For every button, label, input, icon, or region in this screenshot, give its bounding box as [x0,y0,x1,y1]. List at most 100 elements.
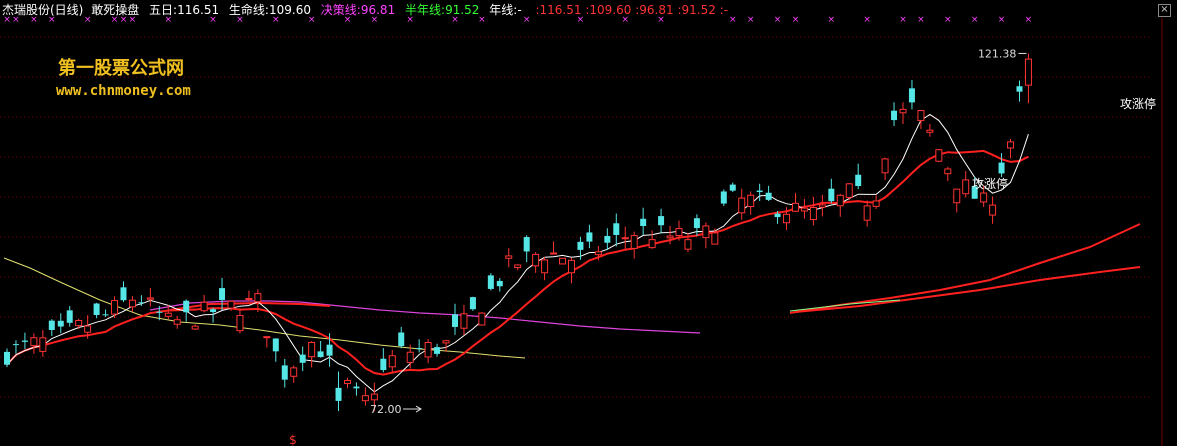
candle-body-down [210,309,217,313]
candle-body-down [4,351,10,365]
legend-year-line: 年线:- [489,3,522,17]
candle-body-up [559,257,567,265]
candle-body-down [523,237,530,252]
candle-body-up [84,325,92,333]
candle-body-up [424,342,432,358]
candle-body-up [200,301,208,312]
candle-body-down [658,216,665,226]
candle-body-down [774,213,781,218]
candle-body-down [586,232,593,242]
candle-body-up [308,341,316,358]
candle-body-down [855,174,862,186]
candle-body-down [613,223,620,235]
signal-mark: × [1025,15,1033,25]
candle-body-up [989,204,997,216]
year-line-green-start [789,299,901,312]
candle-body-down [693,218,700,228]
legend-life-line: 生命线:109.60 [228,3,311,17]
candle-body-down [416,348,423,350]
candle-body-up [836,194,844,207]
candle-body-up [711,232,719,245]
signal-mark: × [729,15,737,25]
limit-up-label: 攻涨停 [972,176,1008,191]
candle-body-up [236,315,244,332]
candle-body-up [146,297,154,300]
signal-mark: × [828,15,836,25]
candle-body-down [281,365,288,380]
signal-mark: × [899,15,907,25]
candle-body-down [219,288,226,300]
candle-body-down [380,358,387,371]
watermark-url: www.chnmoney.com [56,83,191,99]
candle-body-down [120,287,127,301]
candle-body-down [908,88,915,103]
close-icon[interactable]: × [1158,4,1171,17]
candle-body-up [738,197,746,214]
candle-body-up [800,207,808,212]
indicator-name: 敢死操盘 [91,3,140,17]
signal-mark: × [944,15,952,25]
candle-body-up [370,393,378,401]
candle-body-down [998,162,1005,174]
candle-body-up [514,264,522,269]
candle-body-down [326,344,333,356]
candle-body-up [263,336,271,339]
candle-body-up [917,110,925,122]
stock-name: 杰瑞股份(日线) [2,3,84,17]
high-label: 121.38 [978,47,1017,60]
candle-body-up [460,313,468,329]
candle-body-up [666,235,674,239]
candle-body-down [1016,86,1023,92]
dollar-mark: $ [289,433,297,446]
ma5-line [6,113,1029,393]
candle-body-up [541,259,549,274]
candle-body-down [299,354,306,363]
candle-body-down [57,320,64,327]
candle-body-up [791,202,799,212]
candle-body-down [604,235,611,243]
legend-half-year-line: 半年线:91.52 [405,3,480,17]
candle-body-up [944,168,952,175]
candle-body-up [630,235,638,249]
candle-body-up [442,340,450,344]
life-line [6,149,1029,376]
candle-body-down [729,184,736,191]
candle-body-down [434,347,441,354]
candle-body-down [891,110,898,121]
candle-body-down [353,386,360,389]
candle-body-down [272,338,279,352]
candle-body-up [227,300,235,309]
limit-up-label: 攻涨停 [1120,96,1156,111]
candle-body-up [30,337,38,347]
candle-body-up [621,237,629,240]
candle-body-up [953,188,961,204]
candle-body-down [12,344,19,346]
candle-body-up [926,129,934,133]
watermark-title: 第一股票公式网 [58,58,184,79]
candle-body-up [361,395,369,402]
candle-body-down [183,300,190,313]
signal-mark: × [774,15,782,25]
candle-body-up [962,179,970,195]
candle-body-up [128,299,136,308]
candle-body-down [828,188,835,202]
chart-header: 杰瑞股份(日线) 敢死操盘 五日:116.51 生命线:109.60 决策线:9… [2,3,728,17]
candle-body-up [532,253,540,267]
candle-body-down [317,351,324,358]
candle-body-up [818,204,826,208]
candle-body-down [335,387,342,401]
candle-body-up [111,300,119,315]
candle-body-down [469,297,476,310]
candle-body-up [1007,141,1015,149]
candle-body-up [245,298,253,301]
candle-body-up [863,205,871,221]
candle-body-up [980,192,988,203]
candle-body-up [935,149,943,162]
candle-body-down [640,218,647,227]
signal-mark: × [998,15,1006,25]
candle-body-up [899,108,907,114]
candle-body-up [684,239,692,250]
candle-body-up [254,293,262,303]
candle-body-down [48,320,55,330]
signal-mark: × [792,15,800,25]
